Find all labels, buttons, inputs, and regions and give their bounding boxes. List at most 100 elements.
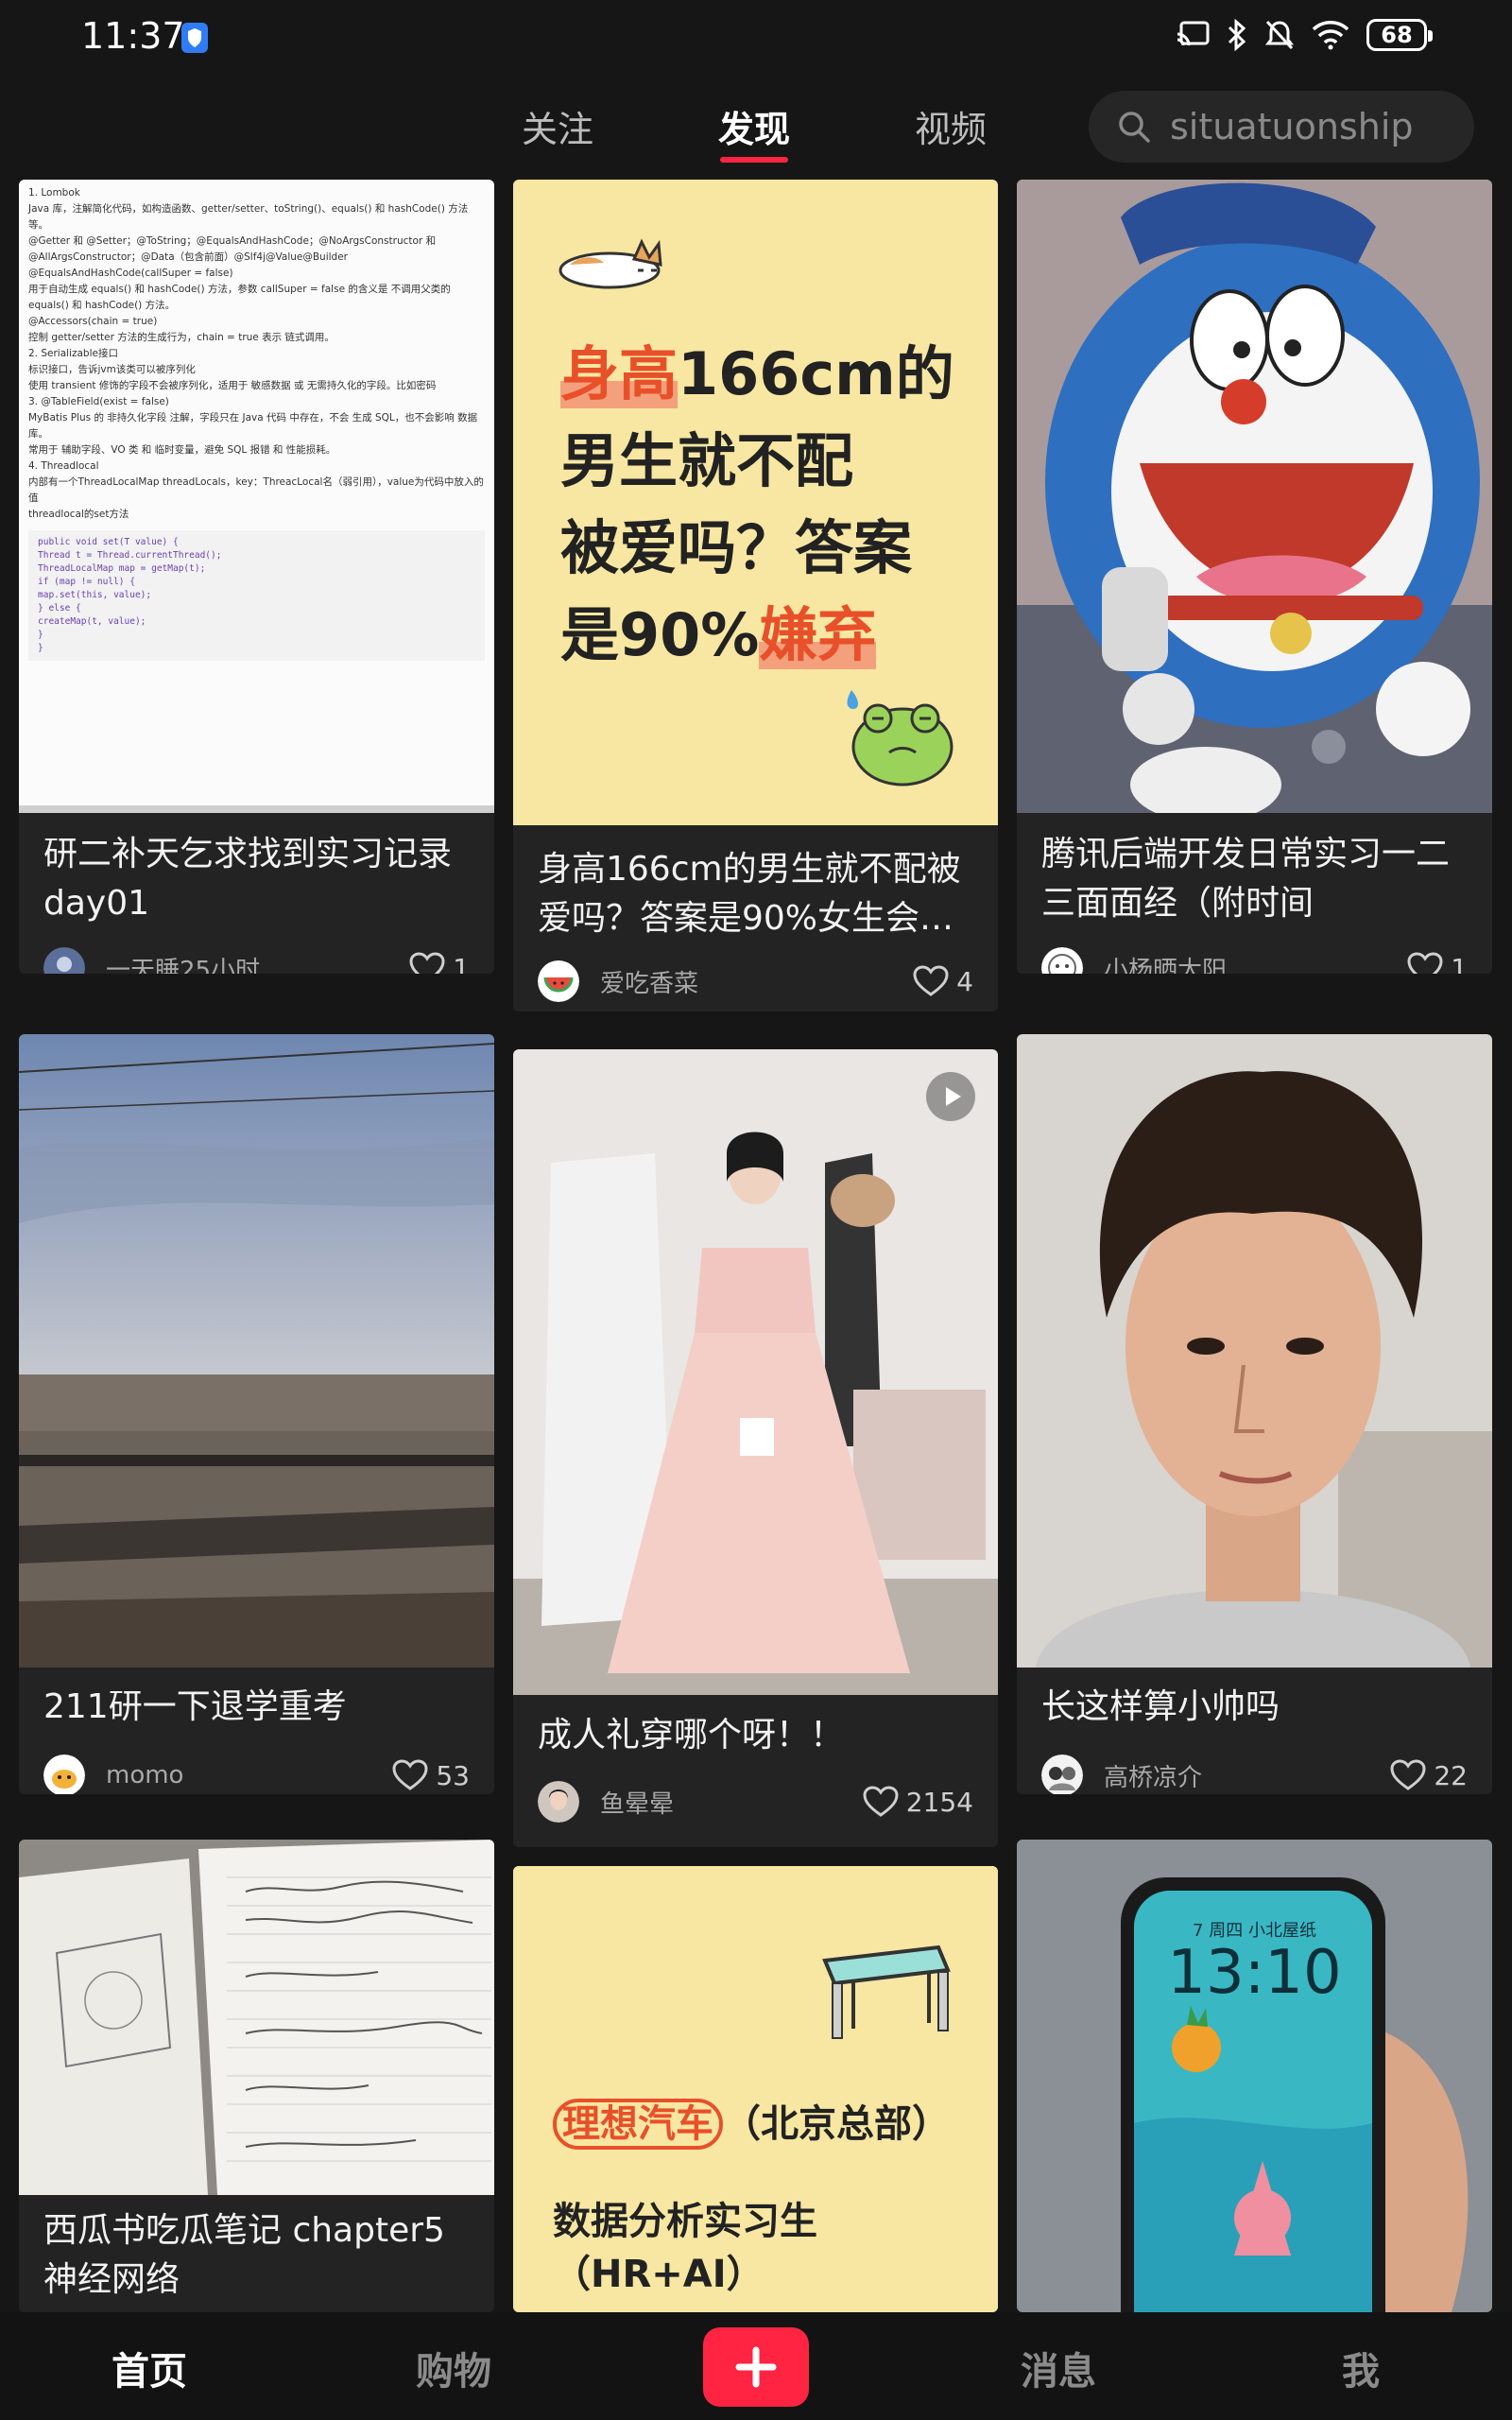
post-meta: 高桥凉介 22 <box>1041 1753 1468 1794</box>
note-line: 1. Lombok <box>28 187 80 199</box>
poster-text: 被爱吗？答案 <box>560 513 913 582</box>
bottom-nav: 首页 购物 消息 我 <box>0 2312 1512 2420</box>
wifi-icon <box>1312 21 1349 50</box>
post-cover-image <box>19 1034 494 1668</box>
post-cover-image: 1. Lombok Java 库，注解简化代码，如构造函数、getter/set… <box>19 180 494 813</box>
code-line: Thread t = Thread.currentThread(); <box>38 550 222 561</box>
feed-card[interactable]: 身高166cm的 男生就不配 被爱吗？答案 是90%嫌弃 身高166cm的男生就… <box>513 180 998 1011</box>
top-nav: 关注 发现 视频 situatuonship <box>0 85 1512 170</box>
create-post-button[interactable] <box>703 2327 809 2407</box>
feed-card[interactable]: 理想汽车 （北京总部） 数据分析实习生（HR+AI） <box>513 1866 998 2312</box>
like-button[interactable]: 2154 <box>863 1786 973 1818</box>
like-button[interactable]: 22 <box>1390 1759 1468 1791</box>
post-cover-image <box>1017 180 1492 813</box>
feed-card[interactable]: 成人礼穿哪个呀！！ 鱼晕晕 2154 <box>513 1049 998 1847</box>
shield-icon <box>181 23 208 53</box>
search-bar[interactable]: situatuonship <box>1089 91 1474 163</box>
note-line: @Accessors(chain = true) <box>28 316 158 327</box>
lockscreen-time: 13:10 <box>1167 1938 1342 2008</box>
code-line: } <box>38 643 43 653</box>
bluetooth-icon <box>1228 19 1246 51</box>
like-count: 4 <box>956 965 973 997</box>
nav-me[interactable]: 我 <box>1342 2341 1380 2395</box>
post-cover-image <box>513 1049 998 1695</box>
landscape-photo <box>19 1034 494 1668</box>
highlight-text: 嫌弃 <box>759 600 877 669</box>
feed-card[interactable]: 7 周四 小北屋纸 13:10 <box>1017 1840 1492 2312</box>
tab-discover[interactable]: 发现 <box>718 100 790 152</box>
like-count: 22 <box>1434 1759 1468 1791</box>
search-placeholder: situatuonship <box>1170 106 1414 147</box>
nav-messages[interactable]: 消息 <box>1021 2341 1096 2395</box>
like-count: 1 <box>453 952 470 975</box>
cat-sticker-icon <box>558 238 662 289</box>
post-cover-image: 身高166cm的 男生就不配 被爱吗？答案 是90%嫌弃 <box>513 180 998 825</box>
code-line: ThreadLocalMap map = getMap(t); <box>38 563 206 574</box>
post-title: 腾讯后端开发日常实习一二三面面经（附时间 <box>1041 835 1451 923</box>
post-title: 研二补天乞求找到实习记录day01 <box>43 835 453 923</box>
post-cover-image: 7 周四 小北屋纸 13:10 <box>1017 1840 1492 2312</box>
code-line: createMap(t, value); <box>38 616 146 627</box>
note-line: 内部有一个ThreadLocalMap threadLocals，key：Thr… <box>28 476 484 504</box>
heart-icon <box>1407 952 1443 974</box>
note-line: @Getter 和 @Setter；@ToString；@EqualsAndHa… <box>28 235 437 263</box>
post-cover-image <box>1017 1034 1492 1668</box>
feed-card[interactable]: 1. Lombok Java 库，注解简化代码，如构造函数、getter/set… <box>19 180 494 974</box>
poster-text: 166cm的 <box>678 339 954 408</box>
post-title: 成人礼穿哪个呀！！ <box>538 1716 845 1754</box>
search-icon <box>1119 112 1150 143</box>
note-line: 常用于 辅助字段、VO 类 和 临时变量，避免 SQL 报错 和 性能损耗。 <box>28 444 336 456</box>
tab-follow[interactable]: 关注 <box>522 100 593 152</box>
battery-icon: 68 <box>1366 19 1433 51</box>
like-button[interactable]: 1 <box>409 952 470 974</box>
job-role: 数据分析实习生（HR+AI） <box>553 2200 817 2296</box>
feed-card[interactable]: 西瓜书吃瓜笔记 chapter5 神经网络 <box>19 1840 494 2312</box>
note-line: 2. Serializable接口 <box>28 348 118 359</box>
post-meta: 小杨晒太阳 1 <box>1041 945 1468 974</box>
feed-card[interactable]: 腾讯后端开发日常实习一二三面面经（附时间 小杨晒太阳 1 <box>1017 180 1492 974</box>
note-line: 用于自动生成 equals() 和 hashCode() 方法，参数 callS… <box>28 284 451 311</box>
heart-icon <box>863 1786 899 1817</box>
code-block: public void set(T value) { Thread t = Th… <box>28 530 485 661</box>
code-line: if (map != null) { <box>38 577 135 587</box>
company-suffix: （北京总部） <box>723 2102 950 2146</box>
nav-home[interactable]: 首页 <box>112 2341 187 2395</box>
company-highlight: 理想汽车 <box>553 2099 723 2150</box>
like-button[interactable]: 4 <box>913 965 973 997</box>
author-name: 小杨晒太阳 <box>1104 956 1228 975</box>
like-button[interactable]: 53 <box>392 1759 470 1791</box>
avatar <box>538 960 579 1002</box>
like-count: 2154 <box>905 1786 973 1818</box>
note-line: 使用 transient 修饰的字段不会被序列化，适用于 敏感数据 或 无需持久… <box>28 380 437 391</box>
post-cover-image <box>19 1840 494 2195</box>
notebook-photo <box>19 1840 494 2195</box>
author-name: 一天睡25小时 <box>106 956 261 975</box>
cartoon-illustration <box>1017 180 1492 813</box>
feed-card[interactable]: 211研一下退学重考 momo 53 <box>19 1034 494 1794</box>
video-play-icon <box>926 1072 975 1121</box>
code-line: } else { <box>38 603 81 614</box>
author-name: 爱吃香菜 <box>600 969 699 998</box>
heart-icon <box>392 1759 428 1790</box>
post-meta: 爱吃香菜 4 <box>538 959 973 1004</box>
heart-icon <box>409 952 445 974</box>
status-bar: 11:37 68 <box>0 0 1512 76</box>
author-name: momo <box>106 1761 184 1789</box>
code-line: map.set(this, value); <box>38 590 152 600</box>
like-button[interactable]: 1 <box>1407 952 1468 974</box>
note-line: MyBatis Plus 的 非持久化字段 注解，字段只在 Java 代码 中存… <box>28 412 478 440</box>
post-meta: 一天睡25小时 1 <box>43 945 470 974</box>
note-line: 控制 getter/setter 方法的生成行为，chain = true 表示… <box>28 332 335 343</box>
avatar <box>1041 947 1083 974</box>
note-line: threadlocal的set方法 <box>28 509 129 520</box>
note-line: 3. @TableField(exist = false) <box>28 396 169 407</box>
tab-video[interactable]: 视频 <box>915 100 987 152</box>
frog-sticker-icon <box>847 690 954 786</box>
code-line: public void set(T value) { <box>38 537 179 547</box>
feed-card[interactable]: 长这样算小帅吗 高桥凉介 22 <box>1017 1034 1492 1794</box>
nav-shop[interactable]: 购物 <box>416 2341 491 2395</box>
code-line: } <box>38 630 43 640</box>
poster-text: 男生就不配 <box>560 426 854 495</box>
like-count: 1 <box>1451 952 1468 975</box>
avatar <box>538 1781 579 1823</box>
